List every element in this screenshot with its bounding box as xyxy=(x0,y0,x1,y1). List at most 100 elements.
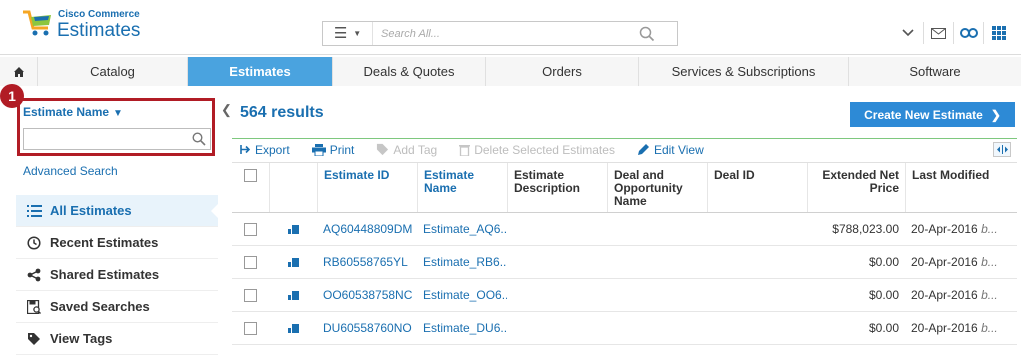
sidebar-item-recent-estimates[interactable]: Recent Estimates xyxy=(16,227,218,259)
sidebar-item-view-tags[interactable]: View Tags xyxy=(16,323,218,355)
search-icon[interactable] xyxy=(639,26,655,42)
edit-view-label: Edit View xyxy=(653,142,704,157)
column-header-deal-id[interactable]: Deal ID xyxy=(707,163,807,212)
extended-net-price: $0.00 xyxy=(868,288,899,302)
results-count: 564 results xyxy=(240,104,324,121)
sidebar-item-label: Shared Estimates xyxy=(50,267,160,282)
delete-selected-button[interactable]: Delete Selected Estimates xyxy=(459,143,615,157)
cart-logo-icon xyxy=(23,10,51,36)
table-row[interactable]: DU60558760NO Estimate_DU6... $0.00 20-Ap… xyxy=(232,312,1017,345)
search-scope-dropdown[interactable]: ☰ ▼ xyxy=(323,22,373,45)
pencil-icon xyxy=(637,143,650,156)
sidebar-item-shared-estimates[interactable]: Shared Estimates xyxy=(16,259,218,291)
sidebar-item-saved-searches[interactable]: Saved Searches xyxy=(16,291,218,323)
header-actions xyxy=(893,21,1013,45)
modified-by: b... xyxy=(981,222,998,236)
modified-date: 20-Apr-2016 xyxy=(911,321,978,335)
sidebar: Estimate Name ▼ Advanced Search All Estim… xyxy=(0,94,219,362)
results-panel: 564 results Create New Estimate ❯ Export… xyxy=(232,94,1021,362)
select-all-checkbox[interactable] xyxy=(244,169,257,182)
step-number-badge: 1 xyxy=(0,84,24,108)
tab-catalog[interactable]: Catalog xyxy=(38,57,188,86)
table-row[interactable]: AQ60448809DM Estimate_AQ6... $788,023.00… xyxy=(232,213,1017,246)
row-checkbox[interactable] xyxy=(244,321,257,335)
table-row[interactable]: OO60538758NC Estimate_OO6... $0.00 20-Ap… xyxy=(232,279,1017,312)
main-nav-tabs: Catalog Estimates Deals & Quotes Orders … xyxy=(0,57,1021,86)
row-checkbox[interactable] xyxy=(244,255,257,269)
column-header-deal-name[interactable]: Deal and Opportunity Name xyxy=(607,163,707,212)
table-row[interactable]: RB60558765YL Estimate_RB6... $0.00 20-Ap… xyxy=(232,246,1017,279)
chevron-down-icon[interactable] xyxy=(893,22,923,44)
tab-deals-quotes[interactable]: Deals & Quotes xyxy=(333,57,486,86)
collapse-sidebar-icon[interactable]: ❮ xyxy=(221,102,232,118)
export-icon xyxy=(240,144,251,155)
edit-view-button[interactable]: Edit View xyxy=(637,143,704,157)
print-button[interactable]: Print xyxy=(311,142,355,157)
column-header-estimate-id[interactable]: Estimate ID xyxy=(317,163,417,212)
estimate-id-link[interactable]: OO60538758NC xyxy=(317,288,417,302)
tab-services-subscriptions[interactable]: Services & Subscriptions xyxy=(639,57,849,86)
global-search-bar: ☰ ▼ xyxy=(322,21,678,46)
create-button-label: Create New Estimate xyxy=(864,107,983,122)
app-header: Cisco Commerce Estimates ☰ ▼ xyxy=(0,0,1021,55)
global-search-input[interactable] xyxy=(381,22,641,45)
home-icon xyxy=(13,66,24,77)
modified-by: b... xyxy=(981,321,998,335)
modified-date: 20-Apr-2016 xyxy=(911,288,978,302)
tag-icon xyxy=(26,331,42,347)
advanced-search-link[interactable]: Advanced Search xyxy=(23,164,118,178)
sidebar-item-all-estimates[interactable]: All Estimates xyxy=(16,195,219,227)
estimate-name-link[interactable]: Estimate_RB6... xyxy=(417,255,507,269)
mail-icon[interactable] xyxy=(923,22,953,44)
column-toggle-icon[interactable] xyxy=(993,142,1011,157)
tab-estimates[interactable]: Estimates xyxy=(188,57,333,86)
estimate-type-icon xyxy=(269,224,317,234)
export-label: Export xyxy=(255,142,290,157)
extended-net-price: $0.00 xyxy=(868,321,899,335)
tab-software[interactable]: Software xyxy=(849,57,1021,86)
estimates-view-nav: All Estimates Recent Estimates Shared Es… xyxy=(16,195,219,355)
row-checkbox-cell xyxy=(232,321,269,335)
export-button[interactable]: Export xyxy=(240,143,290,157)
row-checkbox-cell xyxy=(232,288,269,302)
extended-net-price: $788,023.00 xyxy=(832,222,899,236)
column-header-last-modified[interactable]: Last Modified xyxy=(905,163,1017,212)
modified-by: b... xyxy=(981,255,998,269)
link-icon[interactable] xyxy=(953,22,983,44)
grid-icon[interactable] xyxy=(983,22,1013,44)
add-tag-button[interactable]: Add Tag xyxy=(376,143,437,157)
icon-column-header xyxy=(269,163,317,212)
caret-down-icon: ▼ xyxy=(353,29,362,38)
column-header-price[interactable]: Extended Net Price xyxy=(807,163,905,212)
estimate-id-link[interactable]: RB60558765YL xyxy=(317,255,417,269)
estimate-id-link[interactable]: AQ60448809DM xyxy=(317,222,417,236)
list-icon xyxy=(26,203,42,219)
sidebar-item-label: All Estimates xyxy=(50,203,132,218)
extended-net-price: $0.00 xyxy=(868,255,899,269)
row-checkbox[interactable] xyxy=(244,288,257,302)
estimate-id-link[interactable]: DU60558760NO xyxy=(317,321,417,335)
grid-toolbar: Export Print Add Tag Delete Selected Est… xyxy=(232,138,1017,160)
estimate-name-link[interactable]: Estimate_DU6... xyxy=(417,321,507,335)
delete-label: Delete Selected Estimates xyxy=(474,142,615,157)
estimate-name-link[interactable]: Estimate_OO6... xyxy=(417,288,507,302)
column-header-estimate-name[interactable]: Estimate Name xyxy=(417,163,507,212)
sidebar-item-label: Recent Estimates xyxy=(50,235,159,250)
modified-date: 20-Apr-2016 xyxy=(911,222,978,236)
add-tag-label: Add Tag xyxy=(393,142,438,157)
print-label: Print xyxy=(329,142,355,157)
tab-orders[interactable]: Orders xyxy=(486,57,639,86)
estimate-name-link[interactable]: Estimate_AQ6... xyxy=(417,222,507,236)
row-checkbox[interactable] xyxy=(244,222,257,236)
estimate-type-icon xyxy=(269,323,317,333)
highlight-callout-box xyxy=(17,98,215,156)
trash-icon xyxy=(459,144,471,156)
row-checkbox-cell xyxy=(232,255,269,269)
last-modified: 20-Apr-2016 b... xyxy=(905,288,1017,302)
estimates-table: Estimate ID Estimate Name Estimate Descr… xyxy=(232,162,1017,345)
last-modified: 20-Apr-2016 b... xyxy=(905,321,1017,335)
row-checkbox-cell xyxy=(232,222,269,236)
column-header-description[interactable]: Estimate Description xyxy=(507,163,607,212)
create-new-estimate-button[interactable]: Create New Estimate ❯ xyxy=(850,102,1015,127)
tab-home[interactable] xyxy=(0,57,38,86)
